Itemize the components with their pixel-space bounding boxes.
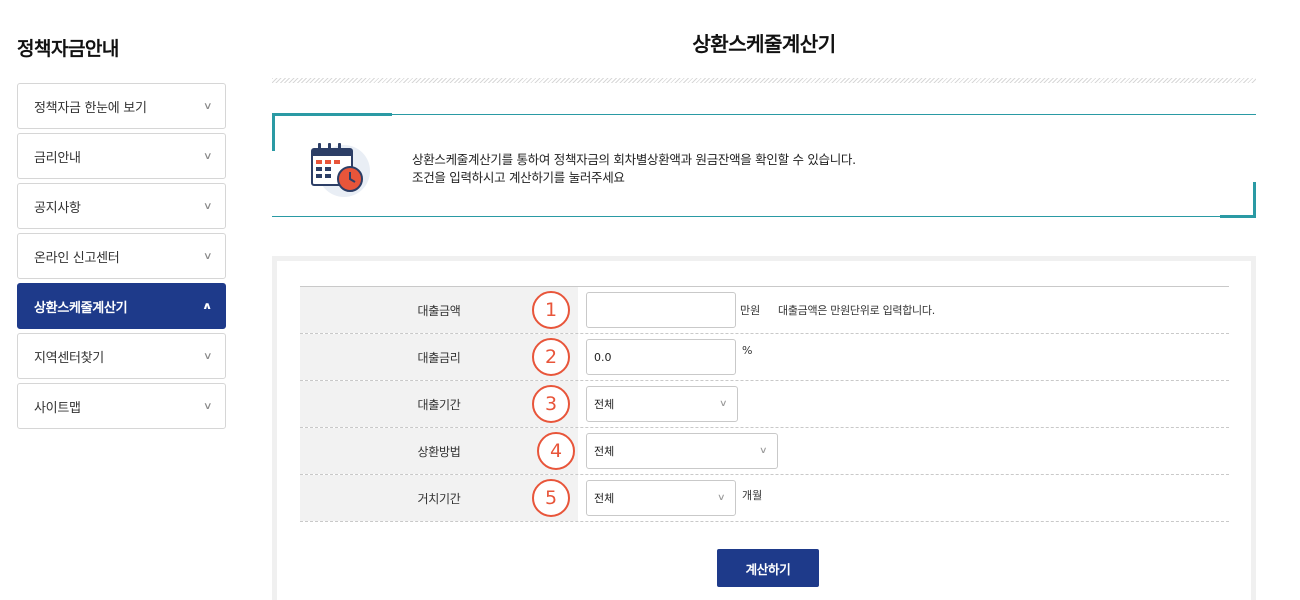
chevron-down-icon: ∨ — [717, 493, 726, 503]
sidebar-item-policy-overview[interactable]: 정책자금 한눈에 보기 ∨ — [17, 83, 226, 129]
unit-label: 만원 — [740, 304, 761, 317]
form-table: 대출금액 1 만원 대출금액은 만원단위로 입력합니다. 대출금리 2 0.0 … — [300, 286, 1229, 522]
form-row-grace-period: 거치기간 5 전체 ∨ 개월 — [300, 475, 1229, 522]
form-row-loan-amount: 대출금액 1 만원 대출금액은 만원단위로 입력합니다. — [300, 287, 1229, 334]
sidebar-item-label: 금리안내 — [34, 150, 81, 166]
sidebar-item-label: 온라인 신고센터 — [34, 250, 120, 266]
sidebar-item-sitemap[interactable]: 사이트맵 ∨ — [17, 383, 226, 429]
grace-period-select[interactable]: 전체 ∨ — [586, 480, 736, 516]
info-text: 상환스케줄계산기를 통하여 정책자금의 회차별상환액과 원금잔액을 확인할 수 … — [412, 151, 856, 187]
calculate-button[interactable]: 계산하기 — [717, 549, 819, 587]
loan-period-select[interactable]: 전체 ∨ — [586, 386, 738, 422]
sidebar-title: 정책자금안내 — [17, 38, 119, 60]
interest-rate-input[interactable]: 0.0 — [586, 339, 736, 375]
chevron-down-icon: ∨ — [759, 446, 768, 456]
step-marker-3: 3 — [532, 385, 570, 423]
chevron-up-icon: ∧ — [201, 300, 213, 312]
chevron-down-icon: ∨ — [202, 400, 213, 412]
step-marker-4: 4 — [537, 432, 575, 470]
sidebar-item-online-report[interactable]: 온라인 신고센터 ∨ — [17, 233, 226, 279]
calendar-clock-icon — [311, 143, 370, 197]
sidebar-item-label: 공지사항 — [34, 200, 81, 216]
chevron-down-icon: ∨ — [719, 399, 728, 409]
sidebar-item-notices[interactable]: 공지사항 ∨ — [17, 183, 226, 229]
sidebar-item-label: 사이트맵 — [34, 400, 81, 416]
sidebar-item-interest-rates[interactable]: 금리안내 ∨ — [17, 133, 226, 179]
page-title: 상환스케줄계산기 — [692, 32, 836, 56]
chevron-down-icon: ∨ — [202, 150, 213, 162]
info-box: 상환스케줄계산기를 통하여 정책자금의 회차별상환액과 원금잔액을 확인할 수 … — [272, 113, 1256, 218]
sidebar-menu: 정책자금 한눈에 보기 ∨ 금리안내 ∨ 공지사항 ∨ 온라인 신고센터 ∨ 상… — [17, 83, 226, 433]
loan-amount-hint: 대출금액은 만원단위로 입력합니다. — [778, 304, 935, 317]
chevron-down-icon: ∨ — [202, 100, 213, 112]
info-line-2: 조건을 입력하시고 계산하기를 눌러주세요 — [412, 170, 625, 185]
sidebar-item-label: 지역센터찾기 — [34, 350, 104, 366]
repayment-method-select[interactable]: 전체 ∨ — [586, 433, 778, 469]
sidebar-item-find-center[interactable]: 지역센터찾기 ∨ — [17, 333, 226, 379]
calculator-form: 대출금액 1 만원 대출금액은 만원단위로 입력합니다. 대출금리 2 0.0 … — [272, 256, 1256, 600]
chevron-down-icon: ∨ — [202, 250, 213, 262]
info-line-1: 상환스케줄계산기를 통하여 정책자금의 회차별상환액과 원금잔액을 확인할 수 … — [412, 152, 856, 167]
form-row-interest-rate: 대출금리 2 0.0 % — [300, 334, 1229, 381]
step-marker-1: 1 — [532, 291, 570, 329]
selected-value: 전체 — [594, 445, 615, 458]
step-marker-5: 5 — [532, 479, 570, 517]
loan-amount-input[interactable] — [586, 292, 736, 328]
sidebar-item-label: 정책자금 한눈에 보기 — [34, 100, 147, 116]
chevron-down-icon: ∨ — [202, 350, 213, 362]
form-row-loan-period: 대출기간 3 전체 ∨ — [300, 381, 1229, 428]
step-marker-2: 2 — [532, 338, 570, 376]
unit-label: 개월 — [742, 489, 763, 502]
selected-value: 전체 — [594, 492, 615, 505]
chevron-down-icon: ∨ — [202, 200, 213, 212]
title-divider — [272, 78, 1256, 83]
unit-label: % — [742, 344, 753, 357]
selected-value: 전체 — [594, 398, 615, 411]
sidebar-item-label: 상환스케줄계산기 — [34, 300, 128, 316]
form-row-repayment-method: 상환방법 4 전체 ∨ — [300, 428, 1229, 475]
sidebar-item-repayment-calculator[interactable]: 상환스케줄계산기 ∧ — [17, 283, 226, 329]
